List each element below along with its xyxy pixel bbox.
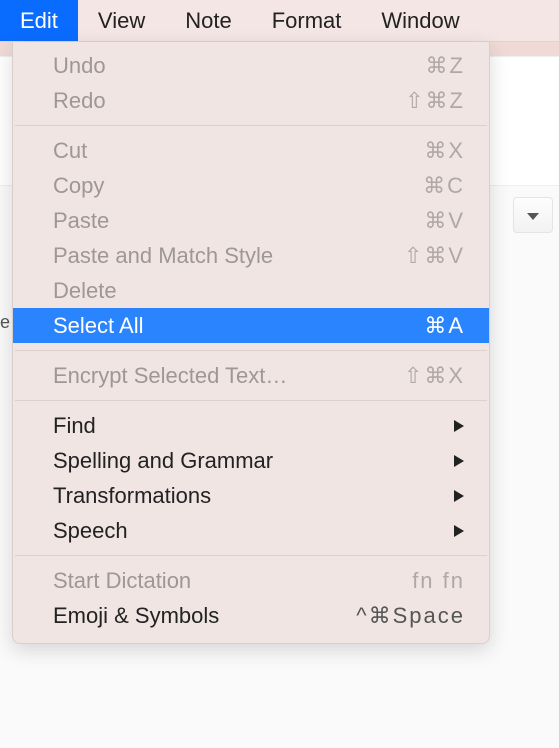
menubar-item-label: Note	[185, 8, 231, 34]
menu-item-shortcut: fn fn	[412, 568, 465, 594]
menu-item-shortcut: ⌘A	[424, 313, 465, 339]
menu-item-transformations[interactable]: Transformations	[13, 478, 489, 513]
menubar-item-note[interactable]: Note	[165, 0, 251, 41]
menu-item-label: Emoji & Symbols	[53, 603, 356, 629]
submenu-arrow-icon	[453, 419, 465, 433]
menu-item-label: Find	[53, 413, 441, 439]
menubar-item-window[interactable]: Window	[361, 0, 479, 41]
menu-item-label: Paste and Match Style	[53, 243, 404, 269]
menubar-item-view[interactable]: View	[78, 0, 165, 41]
menu-item-redo: Redo⇧⌘Z	[13, 83, 489, 118]
menu-separator	[15, 555, 487, 556]
menu-item-shortcut: ^⌘Space	[356, 603, 465, 629]
menu-item-start-dictation: Start Dictationfn fn	[13, 563, 489, 598]
menu-separator	[15, 400, 487, 401]
dropdown-button[interactable]	[513, 197, 553, 233]
menu-separator	[15, 350, 487, 351]
menubar-item-edit[interactable]: Edit	[0, 0, 78, 41]
menu-item-speech[interactable]: Speech	[13, 513, 489, 548]
menubar-item-label: Window	[381, 8, 459, 34]
menu-item-shortcut: ⇧⌘Z	[405, 88, 465, 114]
edit-menu-dropdown: Undo⌘ZRedo⇧⌘ZCut⌘XCopy⌘CPaste⌘VPaste and…	[12, 42, 490, 644]
menu-item-shortcut: ⌘X	[424, 138, 465, 164]
menu-item-label: Encrypt Selected Text…	[53, 363, 404, 389]
menu-item-spelling-and-grammar[interactable]: Spelling and Grammar	[13, 443, 489, 478]
menu-item-label: Select All	[53, 313, 424, 339]
menu-item-copy: Copy⌘C	[13, 168, 489, 203]
menu-item-label: Speech	[53, 518, 441, 544]
menubar-item-format[interactable]: Format	[252, 0, 362, 41]
menu-item-label: Delete	[53, 278, 465, 304]
menu-item-label: Undo	[53, 53, 426, 79]
submenu-arrow-icon	[453, 524, 465, 538]
menu-item-label: Start Dictation	[53, 568, 412, 594]
background-text-fragment: e	[0, 312, 10, 333]
menu-item-encrypt-selected-text: Encrypt Selected Text…⇧⌘X	[13, 358, 489, 393]
menu-item-delete: Delete	[13, 273, 489, 308]
menu-item-emoji-symbols[interactable]: Emoji & Symbols^⌘Space	[13, 598, 489, 633]
chevron-down-icon	[526, 202, 540, 228]
menu-item-label: Spelling and Grammar	[53, 448, 441, 474]
menubar: Edit View Note Format Window	[0, 0, 559, 42]
menu-item-shortcut: ⌘Z	[426, 53, 465, 79]
menu-item-select-all[interactable]: Select All⌘A	[13, 308, 489, 343]
menu-item-find[interactable]: Find	[13, 408, 489, 443]
menu-item-label: Paste	[53, 208, 424, 234]
submenu-arrow-icon	[453, 489, 465, 503]
menu-item-paste: Paste⌘V	[13, 203, 489, 238]
menubar-item-label: Format	[272, 8, 342, 34]
menu-item-shortcut: ⌘V	[424, 208, 465, 234]
menu-item-label: Cut	[53, 138, 424, 164]
menu-item-label: Transformations	[53, 483, 441, 509]
menu-item-paste-and-match-style: Paste and Match Style⇧⌘V	[13, 238, 489, 273]
menubar-item-label: Edit	[20, 8, 58, 34]
menubar-item-label: View	[98, 8, 145, 34]
menu-item-cut: Cut⌘X	[13, 133, 489, 168]
menu-separator	[15, 125, 487, 126]
menu-item-shortcut: ⇧⌘V	[404, 243, 465, 269]
menu-item-undo: Undo⌘Z	[13, 48, 489, 83]
menu-item-shortcut: ⌘C	[423, 173, 465, 199]
menu-item-shortcut: ⇧⌘X	[404, 363, 465, 389]
submenu-arrow-icon	[453, 454, 465, 468]
menu-item-label: Copy	[53, 173, 423, 199]
menu-item-label: Redo	[53, 88, 405, 114]
